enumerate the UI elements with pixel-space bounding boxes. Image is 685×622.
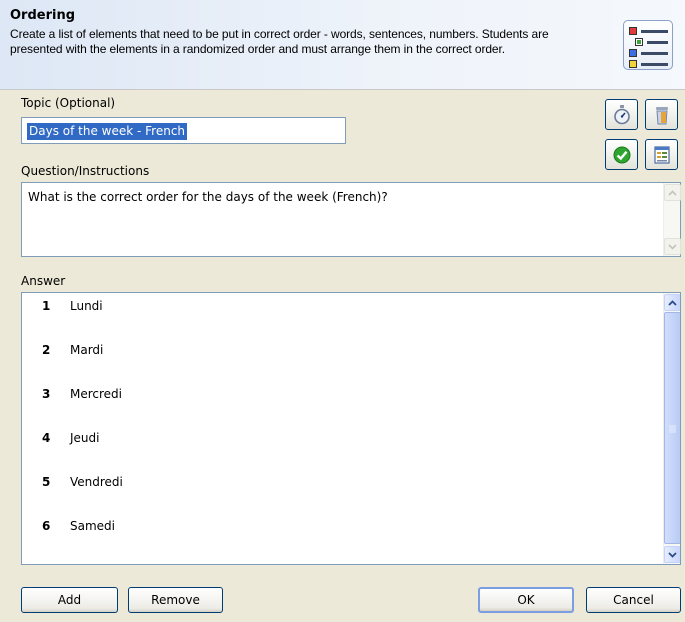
dialog-description: Create a list of elements that need to b… (10, 27, 549, 56)
question-text: What is the correct order for the days o… (28, 190, 388, 204)
answer-item[interactable]: 2 Mardi (22, 337, 658, 381)
answer-item-number: 6 (42, 519, 51, 533)
answer-item-text: Lundi (70, 299, 103, 313)
scroll-thumb[interactable] (664, 312, 680, 544)
cancel-button[interactable]: Cancel (586, 587, 681, 613)
scroll-up-button[interactable] (664, 294, 680, 311)
answer-item-number: 2 (42, 343, 51, 357)
add-button[interactable]: Add (21, 587, 118, 613)
stopwatch-icon (613, 104, 630, 124)
answer-item[interactable]: 6 Samedi (22, 513, 658, 557)
answer-item[interactable]: 4 Jeudi (22, 425, 658, 469)
timer-button[interactable] (605, 99, 638, 130)
answer-item-number: 4 (42, 431, 51, 445)
answer-item-number: 3 (42, 387, 51, 401)
checkmark-icon (613, 146, 630, 163)
answer-item-text: Mercredi (70, 387, 123, 401)
question-scrollbar[interactable] (663, 183, 681, 256)
answer-item[interactable]: 5 Vendredi (22, 469, 658, 513)
answer-item-text: Mardi (70, 343, 104, 357)
answer-item[interactable]: 1 Lundi (22, 293, 658, 337)
answer-scrollbar[interactable] (663, 293, 680, 564)
question-label: Question/Instructions (21, 164, 150, 178)
answer-item-text: Samedi (70, 519, 115, 533)
topic-input[interactable]: Days of the week - French (21, 117, 346, 144)
trash-icon (655, 106, 668, 124)
ordering-list-icon (623, 20, 673, 70)
chevron-down-icon (668, 243, 677, 250)
chevron-up-icon (668, 299, 677, 306)
answer-item-number: 5 (42, 475, 51, 489)
header-panel: Ordering Create a list of elements that … (0, 0, 685, 90)
properties-button[interactable] (645, 139, 678, 170)
chevron-up-icon (668, 189, 677, 196)
answer-item[interactable]: 3 Mercredi (22, 381, 658, 425)
answer-item-text: Vendredi (70, 475, 123, 489)
answer-list[interactable]: 1 Lundi 2 Mardi 3 Mercredi 4 Jeudi 5 Ven… (21, 292, 681, 565)
topic-input-value: Days of the week - French (27, 123, 188, 140)
delete-button[interactable] (645, 99, 678, 130)
properties-icon (653, 145, 670, 164)
grip-icon (669, 425, 676, 433)
question-textarea[interactable]: What is the correct order for the days o… (21, 182, 681, 257)
scroll-up-button[interactable] (664, 184, 681, 201)
answer-item-text: Jeudi (70, 431, 100, 445)
ok-button[interactable]: OK (478, 587, 574, 613)
topic-label: Topic (Optional) (21, 96, 116, 110)
chevron-down-icon (668, 551, 677, 558)
scroll-down-button[interactable] (664, 546, 680, 563)
scroll-down-button[interactable] (664, 238, 681, 255)
answer-item-number: 1 (42, 299, 51, 313)
check-answer-button[interactable] (605, 139, 638, 170)
answer-label: Answer (21, 274, 66, 288)
dialog-title: Ordering (10, 8, 76, 23)
remove-button[interactable]: Remove (128, 587, 223, 613)
